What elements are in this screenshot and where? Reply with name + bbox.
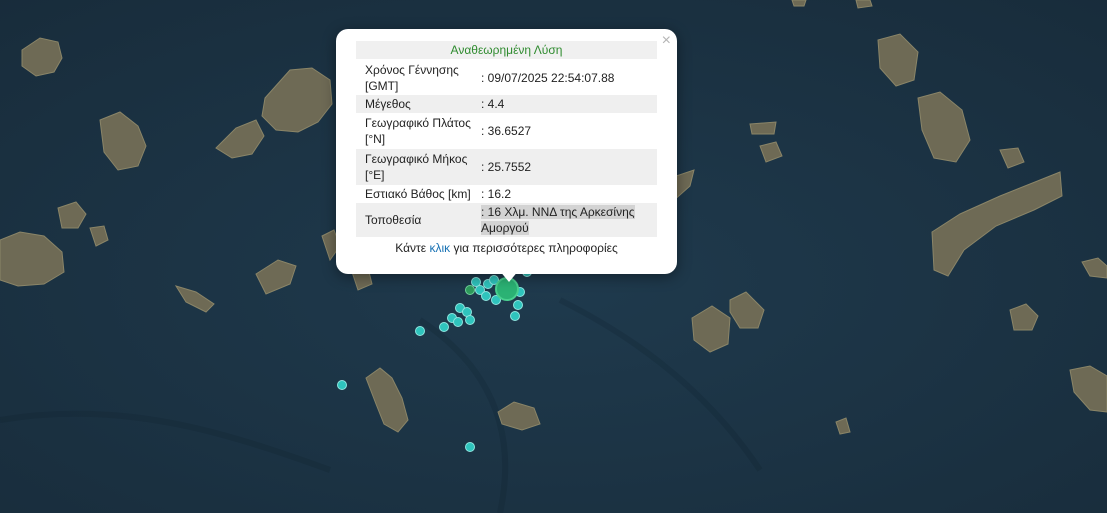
- earthquake-marker[interactable]: [439, 322, 449, 332]
- earthquake-marker[interactable]: [481, 291, 491, 301]
- earthquake-marker[interactable]: [513, 300, 523, 310]
- earthquake-marker[interactable]: [337, 380, 347, 390]
- info-label: Μέγεθος: [356, 95, 476, 113]
- islet-top-centre: [855, 0, 873, 9]
- info-value: : 25.7552: [476, 149, 657, 185]
- popup-title: Αναθεωρημένη Λύση: [356, 41, 657, 59]
- info-row-origin-time: Χρόνος Γέννησης [GMT] : 09/07/2025 22:54…: [356, 61, 657, 95]
- info-row-longitude: Γεωγραφικό Μήκος [°E] : 25.7552: [356, 149, 657, 185]
- more-info-link[interactable]: κλικ: [429, 241, 450, 255]
- earthquake-marker[interactable]: [465, 315, 475, 325]
- earthquake-info-table: Χρόνος Γέννησης [GMT] : 09/07/2025 22:54…: [356, 61, 657, 237]
- close-icon[interactable]: ×: [662, 33, 671, 49]
- info-label: Γεωγραφικό Μήκος [°E]: [356, 149, 476, 185]
- earthquake-popup: × Αναθεωρημένη Λύση Χρόνος Γέννησης [GMT…: [336, 29, 677, 274]
- info-value: : 36.6527: [481, 124, 532, 138]
- info-value: : 4.4: [476, 95, 657, 113]
- info-row-latitude: Γεωγραφικό Πλάτος [°N] : 36.6527: [356, 113, 657, 149]
- map-view[interactable]: × Αναθεωρημένη Λύση Χρόνος Γέννησης [GMT…: [0, 0, 1107, 513]
- popup-tip: [499, 270, 519, 282]
- popup-content: Αναθεωρημένη Λύση Χρόνος Γέννησης [GMT] …: [356, 41, 657, 255]
- footer-text-after: για περισσότερες πληροφορίες: [450, 241, 618, 255]
- info-row-location: Τοποθεσία : 16 Χλμ. ΝΝΔ της Αρκεσίνης Αμ…: [356, 203, 657, 237]
- earthquake-marker[interactable]: [453, 317, 463, 327]
- popup-footer: Κάντε κλικ για περισσότερες πληροφορίες: [356, 241, 657, 255]
- info-label: Γεωγραφικό Πλάτος [°N]: [365, 116, 471, 146]
- info-value: : 16 Χλμ. ΝΝΔ της Αρκεσίνης Αμοργού: [481, 205, 635, 235]
- islet-top-right: [791, 0, 807, 7]
- info-row-magnitude: Μέγεθος : 4.4: [356, 95, 657, 113]
- earthquake-marker[interactable]: [415, 326, 425, 336]
- info-label: Χρόνος Γέννησης [GMT]: [365, 63, 459, 93]
- info-value: : 16.2: [481, 187, 512, 201]
- info-label: Εστιακό Βάθος [km]: [365, 187, 471, 201]
- info-label: Τοποθεσία: [356, 203, 476, 237]
- earthquake-marker[interactable]: [465, 442, 475, 452]
- footer-text-before: Κάντε: [395, 241, 430, 255]
- info-value: : 09/07/2025 22:54:07.88: [481, 71, 615, 85]
- islet-east-1: [749, 121, 777, 135]
- info-row-depth: Εστιακό Βάθος [km] : 16.2: [356, 185, 657, 203]
- earthquake-marker[interactable]: [510, 311, 520, 321]
